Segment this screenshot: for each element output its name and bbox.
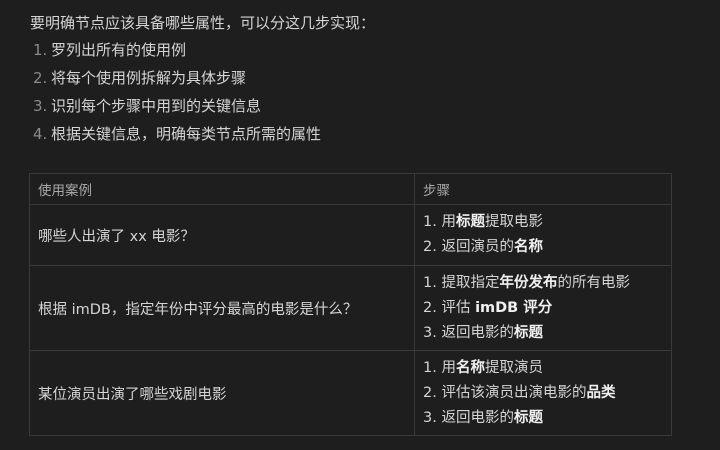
list-item: 2. 将每个使用例拆解为具体步骤: [30, 64, 690, 92]
step-text: 返回演员的: [441, 239, 514, 255]
intro-paragraph: 要明确节点应该具备哪些属性，可以分这几步实现：: [30, 14, 376, 32]
steps-list: 1. 罗列出所有的使用例 2. 将每个使用例拆解为具体步骤 3. 识别每个步骤中用到的…: [30, 36, 690, 148]
list-item-text: 将每个使用例拆解为具体步骤: [51, 69, 247, 87]
step-keyword: 标题: [513, 409, 543, 426]
list-number: 4.: [33, 125, 48, 143]
step-keyword: 名称: [513, 239, 543, 255]
use-case-cell: 根据 imDB，指定年份中评分最高的电影是什么？: [29, 265, 415, 351]
list-item-text: 罗列出所有的使用例: [51, 41, 187, 59]
list-number: 3.: [33, 97, 48, 115]
list-number: 1.: [33, 41, 48, 59]
step-number: 1.: [423, 274, 437, 291]
step-line: 2. 评估该演员出演电影的品类: [423, 381, 663, 406]
step-line: 1. 提取指定年份发布的所有电影: [423, 271, 663, 296]
list-item-text: 根据关键信息，明确每类节点所需的属性: [51, 125, 322, 143]
list-item: 1. 罗列出所有的使用例: [30, 36, 690, 64]
steps-cell: 1. 提取指定年份发布的所有电影 2. 评估 imDB 评分 3. 返回电影的标…: [414, 265, 672, 351]
step-line: 1. 用标题提取电影: [423, 210, 663, 235]
step-text: 评估该演员出演电影的: [441, 384, 587, 401]
table-row: 根据 imDB，指定年份中评分最高的电影是什么？ 1. 提取指定年份发布的所有电…: [29, 265, 672, 351]
table-header-row: 使用案例 步骤: [29, 173, 672, 205]
step-line: 3. 返回电影的标题: [423, 406, 663, 431]
step-keyword: 年份发布: [499, 274, 558, 291]
steps-cell: 1. 用名称提取演员 2. 评估该演员出演电影的品类 3. 返回电影的标题: [414, 350, 672, 436]
step-line: 2. 评估 imDB 评分: [423, 296, 663, 321]
step-number: 1.: [423, 359, 437, 376]
table-row: 某位演员出演了哪些戏剧电影 1. 用名称提取演员 2. 评估该演员出演电影的品类…: [29, 350, 672, 436]
step-keyword: 品类: [586, 384, 616, 401]
step-number: 1.: [423, 214, 437, 230]
step-keyword: imDB 评分: [475, 299, 553, 316]
list-item: 4. 根据关键信息，明确每类节点所需的属性: [30, 120, 690, 148]
step-number: 2.: [423, 299, 437, 316]
step-text: 提取电影: [484, 214, 543, 230]
list-item: 3. 识别每个步骤中用到的关键信息: [30, 92, 690, 120]
step-text: 返回电影的: [441, 409, 514, 426]
column-header-use-case: 使用案例: [29, 173, 415, 205]
use-case-cell: 哪些人出演了 xx 电影？: [29, 204, 415, 266]
step-keyword: 标题: [513, 324, 543, 341]
step-text: 返回电影的: [441, 324, 514, 341]
column-header-steps: 步骤: [414, 173, 672, 205]
steps-cell: 1. 用标题提取电影 2. 返回演员的名称: [414, 204, 672, 266]
step-number: 3.: [423, 324, 437, 341]
step-text: 提取演员: [484, 359, 543, 376]
step-line: 2. 返回演员的名称: [423, 235, 663, 260]
step-text: 的所有电影: [557, 274, 630, 291]
step-number: 3.: [423, 409, 437, 426]
table-row: 哪些人出演了 xx 电影？ 1. 用标题提取电影 2. 返回演员的名称: [29, 204, 672, 266]
step-text: 评估: [441, 299, 476, 316]
step-number: 2.: [423, 384, 437, 401]
use-case-table: 使用案例 步骤 哪些人出演了 xx 电影？ 1. 用标题提取电影 2. 返回演员…: [29, 173, 672, 436]
step-keyword: 名称: [455, 359, 485, 376]
document-body: 要明确节点应该具备哪些属性，可以分这几步实现： 1. 罗列出所有的使用例 2. 将每…: [30, 10, 690, 148]
step-keyword: 标题: [455, 214, 485, 230]
use-case-cell: 某位演员出演了哪些戏剧电影: [29, 350, 415, 436]
list-number: 2.: [33, 69, 48, 87]
list-item-text: 识别每个步骤中用到的关键信息: [51, 97, 262, 115]
step-number: 2.: [423, 239, 437, 255]
step-line: 3. 返回电影的标题: [423, 321, 663, 346]
step-text: 用: [441, 359, 456, 376]
step-text: 提取指定: [441, 274, 500, 291]
step-line: 1. 用名称提取演员: [423, 356, 663, 381]
step-text: 用: [441, 214, 456, 230]
